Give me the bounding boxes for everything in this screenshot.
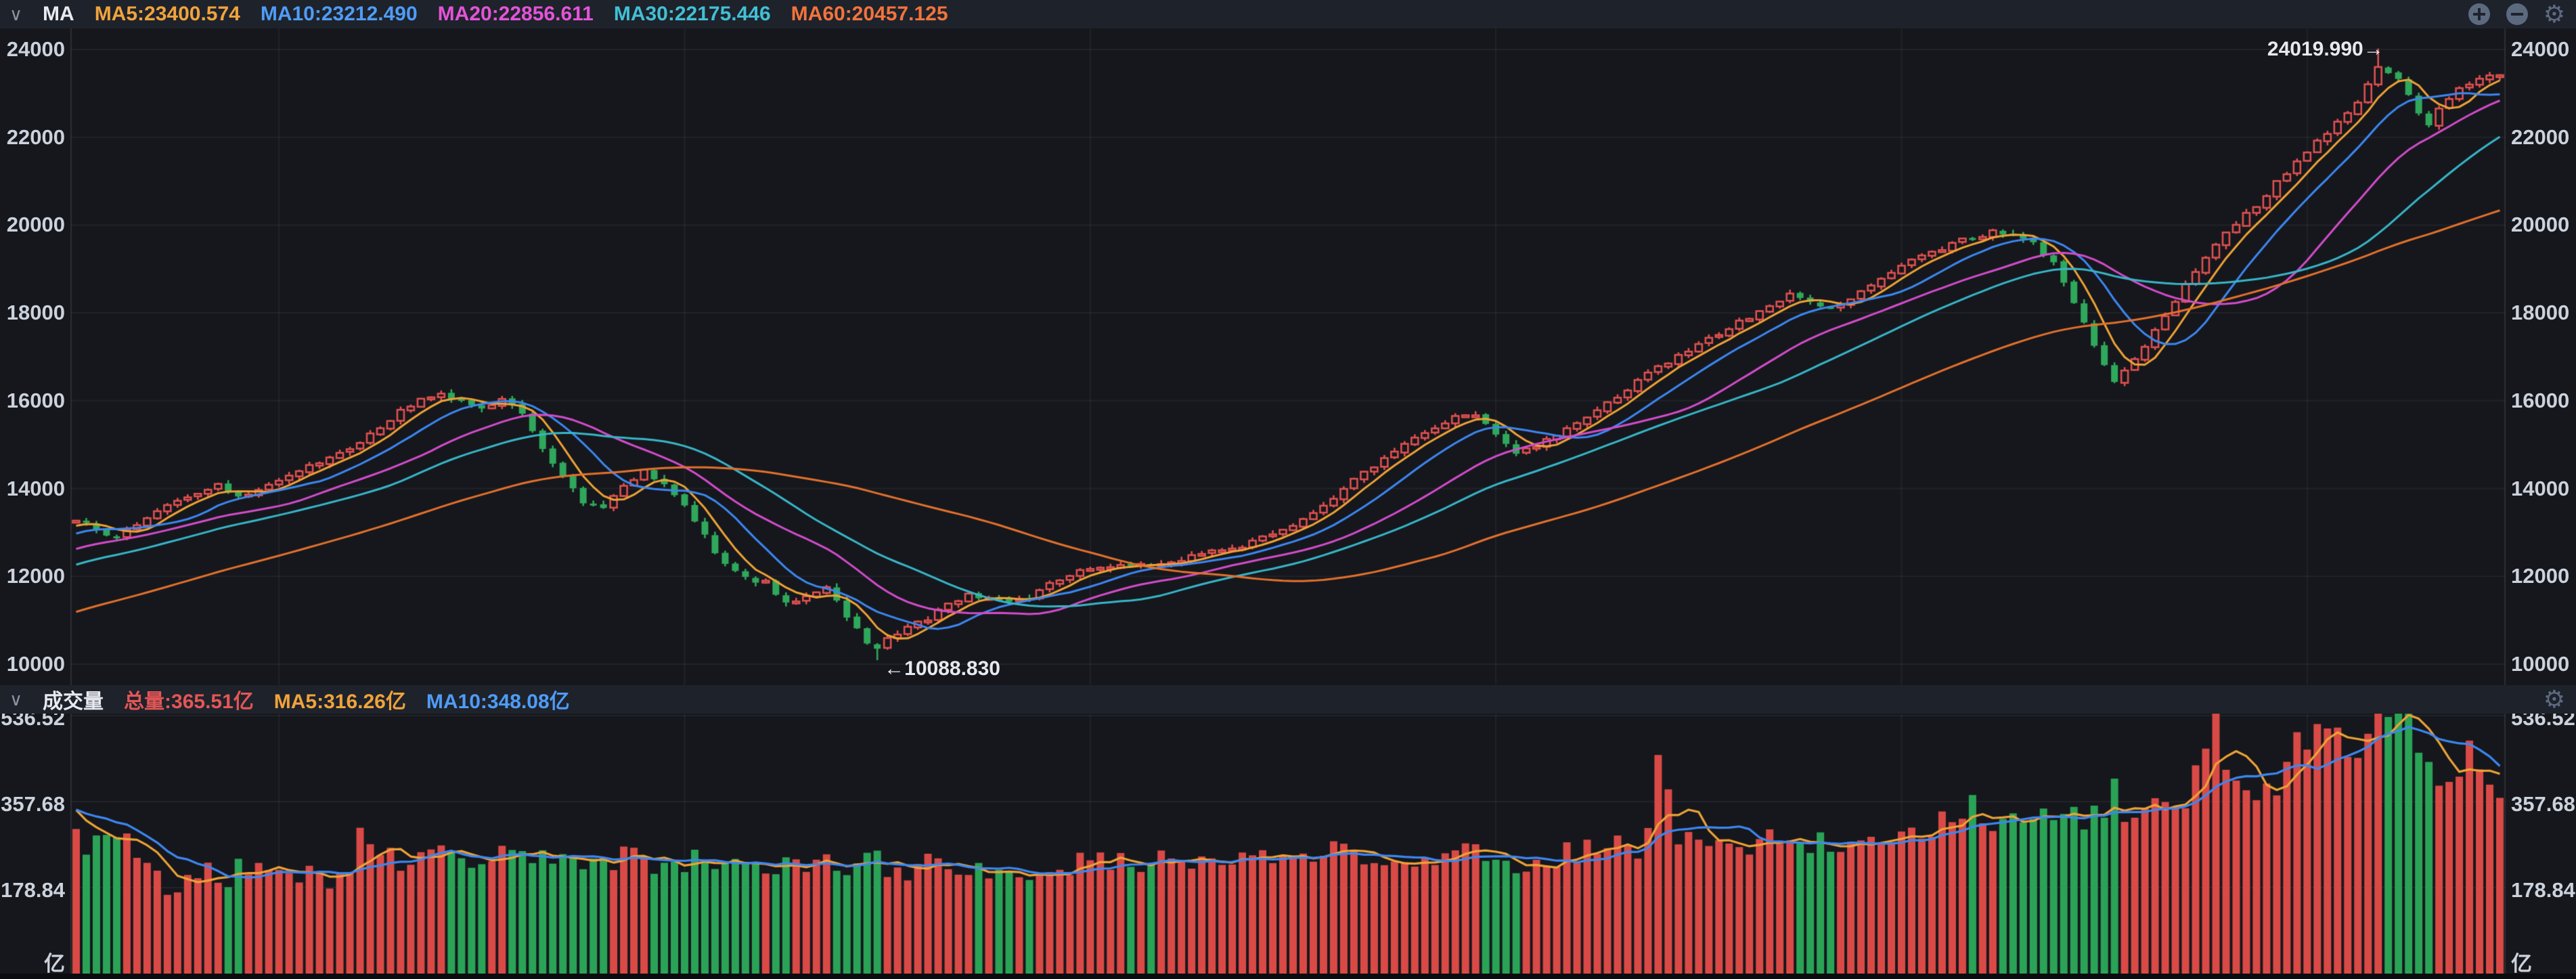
price-axis-tick: 14000 [0, 478, 65, 500]
volume-axis-tick: 357.68 [2511, 793, 2575, 815]
zoom-in-icon[interactable] [2468, 3, 2491, 26]
price-axis-tick: 16000 [0, 390, 65, 412]
price-header-icons: ⚙ [2468, 0, 2565, 28]
time-axis-strip [0, 974, 2576, 979]
zoom-out-icon[interactable] [2506, 3, 2529, 26]
price-axis-tick: 18000 [2511, 302, 2569, 324]
ma-value-label: MA60:20457.125 [791, 3, 948, 26]
volume-axis-unit: 亿 [2511, 953, 2532, 975]
price-axis-tick: 12000 [2511, 565, 2569, 587]
ma-value-label: MA20:22856.611 [438, 3, 594, 26]
price-axis-tick: 10000 [2511, 653, 2569, 675]
collapse-caret-icon[interactable]: ∨ [9, 689, 22, 710]
ma-value-label: MA30:22175.446 [614, 3, 771, 26]
volume-values-list: 总量:365.51亿 MA5:316.26亿 MA10:348.08亿 [124, 684, 570, 714]
lowest-price-annotation: ←10088.830 [884, 657, 1000, 680]
price-axis-tick: 14000 [2511, 478, 2569, 500]
price-axis-tick: 24000 [0, 39, 65, 60]
volume-axis-unit: 亿 [0, 953, 65, 975]
candlestick-volume-chart-canvas[interactable] [0, 0, 2576, 979]
volume-title: 成交量 [43, 684, 104, 714]
price-panel-header: ∨ MA MA5:23400.574 MA10:23212.490 MA20:228… [0, 0, 2576, 28]
collapse-caret-icon[interactable]: ∨ [9, 4, 22, 25]
volume-panel-header: ∨ 成交量 总量:365.51亿MA5:316.26亿MA10:348.08亿 … [0, 685, 2576, 714]
highest-price-annotation: 24019.990→ [2267, 38, 2384, 61]
indicator-title: MA [43, 3, 74, 26]
price-axis-tick: 18000 [0, 302, 65, 324]
volume-axis-tick: 178.84 [0, 879, 65, 901]
price-axis-tick: 20000 [0, 214, 65, 236]
price-axis-tick: 10000 [0, 653, 65, 675]
ma-value-label: MA5:23400.574 [95, 3, 240, 26]
price-axis-tick: 20000 [2511, 214, 2569, 236]
price-axis-tick: 24000 [2511, 39, 2569, 60]
price-axis-tick: 22000 [0, 127, 65, 148]
ma-value-label: MA10:23212.490 [261, 3, 418, 26]
ma-values-list: MA5:23400.574 MA10:23212.490 MA20:22856.61… [95, 3, 948, 26]
volume-value-label: MA10:348.08亿 [426, 684, 570, 714]
price-axis-tick: 16000 [2511, 390, 2569, 412]
volume-value-label: MA5:316.26亿 [274, 684, 406, 714]
price-axis-tick: 12000 [0, 565, 65, 587]
volume-value-label: 总量:365.51亿 [124, 684, 254, 714]
volume-axis-tick: 357.68 [0, 793, 65, 815]
settings-icon[interactable]: ⚙ [2544, 3, 2565, 26]
volume-header-icons: ⚙ [2544, 685, 2565, 714]
stock-chart-app: ∨ MA MA5:23400.574 MA10:23212.490 MA20:228… [0, 0, 2576, 979]
price-axis-tick: 22000 [2511, 127, 2569, 148]
volume-axis-tick: 178.84 [2511, 879, 2575, 901]
settings-icon[interactable]: ⚙ [2544, 688, 2565, 711]
